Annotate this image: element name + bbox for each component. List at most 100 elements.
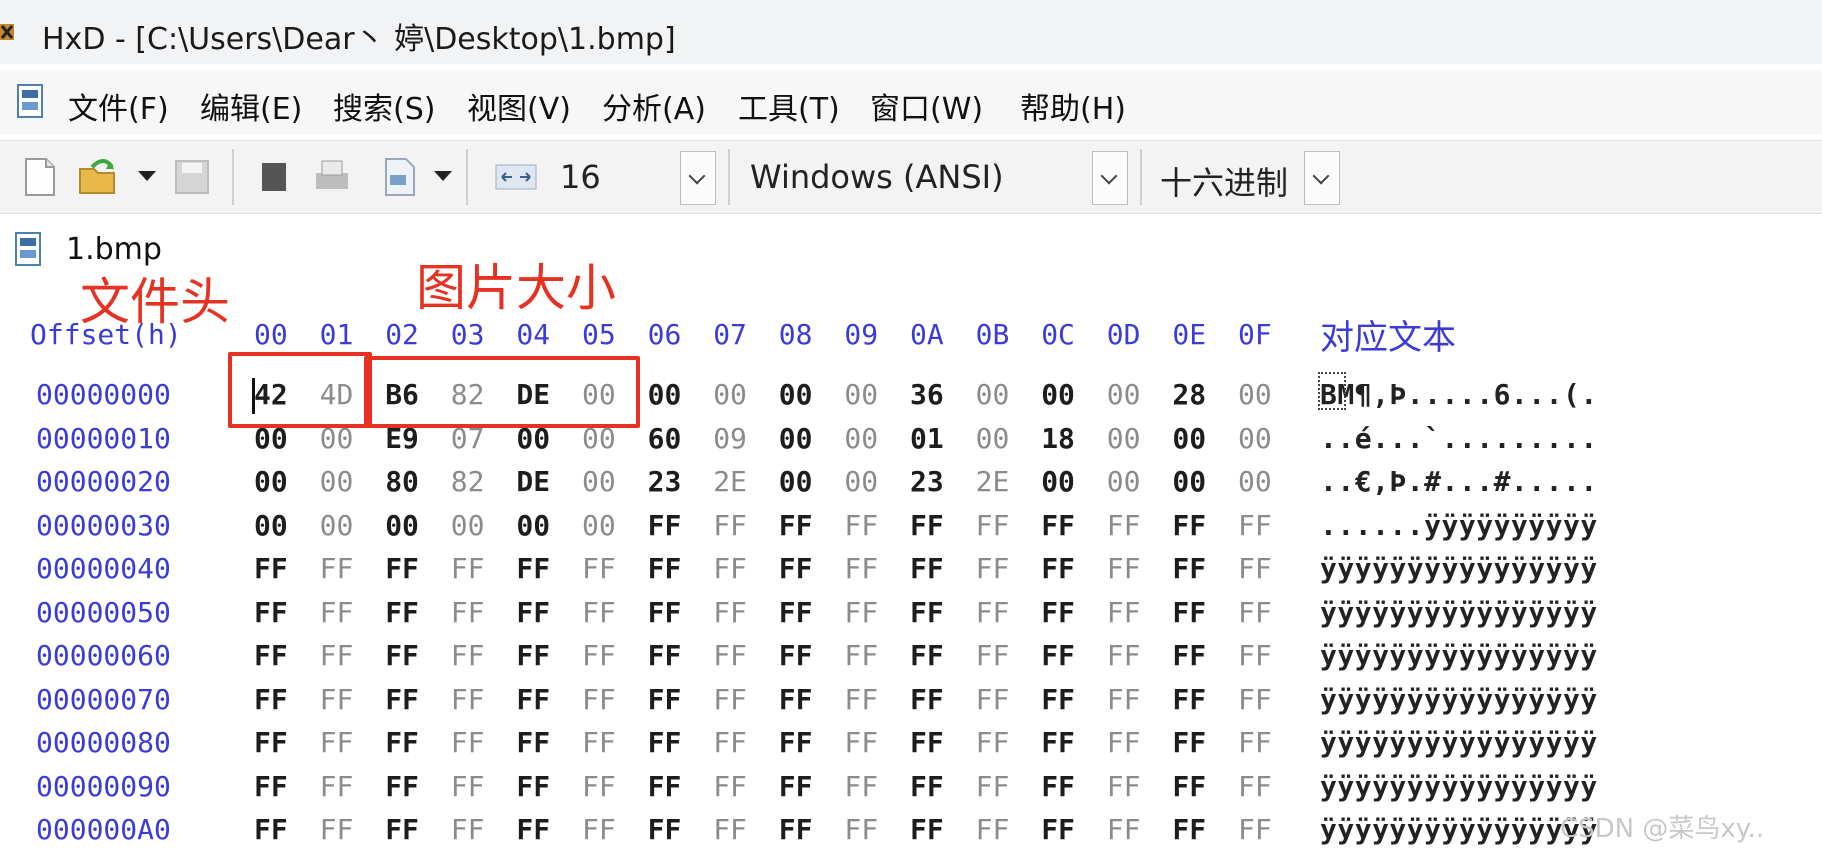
hex-byte[interactable]: FF — [1238, 813, 1272, 846]
hex-byte[interactable]: FF — [1172, 639, 1206, 672]
hex-byte[interactable]: FF — [582, 552, 616, 585]
bytes-per-row-dropdown[interactable] — [680, 151, 716, 205]
new-file-icon[interactable] — [18, 155, 62, 199]
hex-byte[interactable]: FF — [648, 639, 682, 672]
hex-byte[interactable]: FF — [582, 596, 616, 629]
hex-byte[interactable]: FF — [254, 770, 288, 803]
hex-byte[interactable]: 00 — [779, 422, 813, 455]
hex-byte[interactable]: FF — [713, 552, 747, 585]
hex-byte[interactable]: FF — [320, 683, 354, 716]
hex-byte[interactable]: FF — [1041, 683, 1075, 716]
hex-byte[interactable]: 00 — [254, 509, 288, 542]
hex-byte[interactable]: FF — [1172, 813, 1206, 846]
hex-byte[interactable]: FF — [385, 683, 419, 716]
hex-byte[interactable]: FF — [713, 509, 747, 542]
hex-byte[interactable]: FF — [1041, 509, 1075, 542]
hex-byte[interactable]: FF — [385, 770, 419, 803]
row-text[interactable]: ÿÿÿÿÿÿÿÿÿÿÿÿÿÿÿÿ — [1320, 726, 1598, 759]
hex-byte[interactable]: FF — [910, 639, 944, 672]
hex-byte[interactable]: FF — [1238, 639, 1272, 672]
hex-byte[interactable]: FF — [254, 813, 288, 846]
hex-byte[interactable]: FF — [1172, 683, 1206, 716]
hex-byte[interactable]: 00 — [1238, 378, 1272, 411]
hex-byte[interactable]: FF — [1238, 726, 1272, 759]
hex-byte[interactable]: FF — [1238, 770, 1272, 803]
hex-byte[interactable]: FF — [385, 552, 419, 585]
hex-byte[interactable]: FF — [582, 770, 616, 803]
hex-byte[interactable]: FF — [844, 596, 878, 629]
hex-byte[interactable]: FF — [779, 813, 813, 846]
hex-byte[interactable]: FF — [1238, 509, 1272, 542]
row-text[interactable]: ÿÿÿÿÿÿÿÿÿÿÿÿÿÿÿÿ — [1320, 813, 1598, 846]
hex-byte[interactable]: FF — [713, 726, 747, 759]
hex-byte[interactable]: 00 — [844, 378, 878, 411]
hex-byte[interactable]: FF — [844, 639, 878, 672]
hex-byte[interactable]: FF — [844, 726, 878, 759]
hex-byte[interactable]: FF — [451, 639, 485, 672]
row-text[interactable]: ..é...`......... — [1320, 422, 1598, 455]
hex-byte[interactable]: FF — [516, 596, 550, 629]
export-icon[interactable] — [378, 155, 422, 199]
hex-row[interactable]: 000000A0 FF FF FF FF FF FF FF FF FF FF FF FF FF FF FF FF… — [0, 813, 1822, 853]
hex-byte[interactable]: FF — [844, 683, 878, 716]
hex-byte[interactable]: FF — [1238, 683, 1272, 716]
hex-byte[interactable]: FF — [451, 552, 485, 585]
hex-byte[interactable]: 00 — [1107, 378, 1141, 411]
hex-byte[interactable]: FF — [320, 596, 354, 629]
hex-byte[interactable]: FF — [844, 509, 878, 542]
hex-byte[interactable]: 00 — [844, 422, 878, 455]
hex-byte[interactable]: 00 — [582, 509, 616, 542]
hex-row[interactable]: 00000090 FF FF FF FF FF FF FF FF FF FF FF FF FF FF FF FF… — [0, 770, 1822, 810]
hex-byte[interactable]: FF — [516, 639, 550, 672]
hex-byte[interactable]: 23 — [648, 465, 682, 498]
hex-row[interactable]: 00000080 FF FF FF FF FF FF FF FF FF FF FF FF FF FF FF FF… — [0, 726, 1822, 766]
hex-byte[interactable]: 82 — [451, 465, 485, 498]
hex-byte[interactable]: 00 — [1238, 465, 1272, 498]
hex-byte[interactable]: 36 — [910, 378, 944, 411]
hex-byte[interactable]: FF — [516, 552, 550, 585]
hex-byte[interactable]: FF — [648, 596, 682, 629]
hex-byte[interactable]: FF — [910, 726, 944, 759]
hex-row[interactable]: 00000020 00 00 80 82 DE 00 23 2E 00 00 23 2E 00 00 00 00… — [0, 465, 1822, 505]
hex-byte[interactable]: FF — [1107, 813, 1141, 846]
hex-byte[interactable]: FF — [910, 683, 944, 716]
hex-byte[interactable]: FF — [1041, 813, 1075, 846]
hex-byte[interactable]: 00 — [1041, 378, 1075, 411]
hex-byte[interactable]: FF — [516, 770, 550, 803]
offset-base-dropdown[interactable] — [1304, 151, 1340, 205]
open-dropdown-icon[interactable] — [138, 171, 156, 181]
hex-byte[interactable]: 00 — [1172, 465, 1206, 498]
menu-view[interactable]: 视图(V) — [467, 84, 571, 128]
hex-byte[interactable]: FF — [648, 509, 682, 542]
row-text[interactable]: ÿÿÿÿÿÿÿÿÿÿÿÿÿÿÿÿ — [1320, 639, 1598, 672]
hex-byte[interactable]: 2E — [976, 465, 1010, 498]
hex-byte[interactable]: 00 — [779, 378, 813, 411]
hex-byte[interactable]: FF — [451, 726, 485, 759]
hex-byte[interactable]: FF — [779, 639, 813, 672]
hex-byte[interactable]: FF — [1107, 596, 1141, 629]
hex-byte[interactable]: FF — [385, 596, 419, 629]
hex-byte[interactable]: FF — [320, 552, 354, 585]
hex-byte[interactable]: 00 — [844, 465, 878, 498]
hex-byte[interactable]: FF — [648, 552, 682, 585]
hex-row[interactable]: 00000040 FF FF FF FF FF FF FF FF FF FF FF FF FF FF FF FF… — [0, 552, 1822, 592]
hex-byte[interactable]: FF — [254, 596, 288, 629]
hex-byte[interactable]: DE — [516, 465, 550, 498]
hex-byte[interactable]: FF — [1041, 639, 1075, 672]
hex-byte[interactable]: FF — [779, 509, 813, 542]
hex-byte[interactable]: 00 — [648, 378, 682, 411]
hex-byte[interactable]: FF — [648, 770, 682, 803]
hex-byte[interactable]: FF — [844, 552, 878, 585]
hex-byte[interactable]: 80 — [385, 465, 419, 498]
hex-byte[interactable]: FF — [779, 770, 813, 803]
menu-analysis[interactable]: 分析(A) — [602, 84, 706, 128]
export-dropdown-icon[interactable] — [434, 171, 452, 181]
print-icon[interactable] — [310, 155, 354, 199]
hex-byte[interactable]: 23 — [910, 465, 944, 498]
hex-byte[interactable]: 00 — [451, 509, 485, 542]
hex-byte[interactable]: FF — [516, 683, 550, 716]
hex-byte[interactable]: FF — [451, 596, 485, 629]
hex-byte[interactable]: FF — [713, 770, 747, 803]
hex-byte[interactable]: FF — [1172, 596, 1206, 629]
open-folder-icon[interactable] — [76, 155, 120, 199]
